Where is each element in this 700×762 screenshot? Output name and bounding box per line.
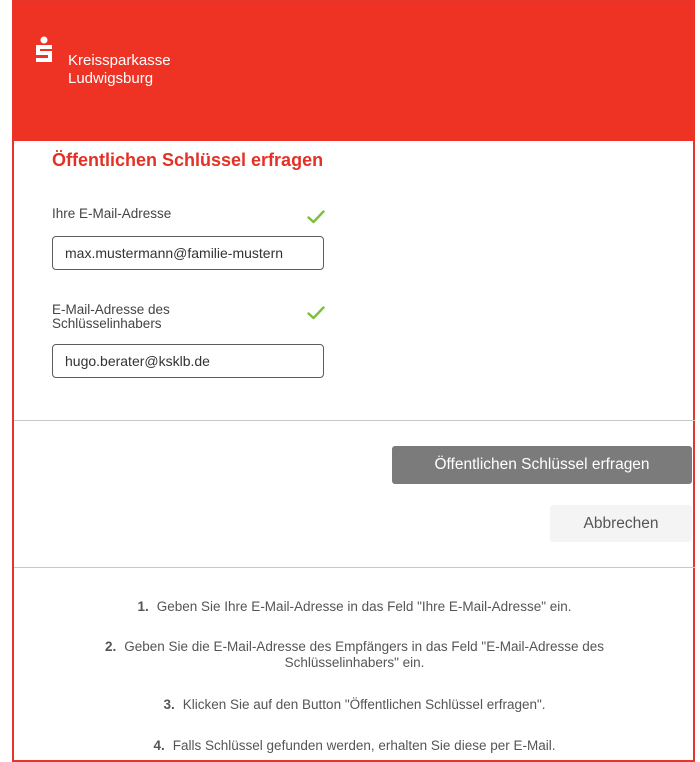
request-key-button[interactable]: Öffentlichen Schlüssel erfragen (392, 446, 692, 484)
sparkasse-logo-icon (36, 36, 52, 62)
brand-name: Kreissparkasse Ludwigsburg (68, 52, 171, 88)
page-title: Öffentlichen Schlüssel erfragen (52, 150, 324, 170)
header-bar: Kreissparkasse Ludwigsburg (14, 2, 695, 141)
cancel-button[interactable]: Abbrechen (550, 505, 692, 542)
divider-bottom (14, 567, 695, 568)
instruction-step: 3. Klicken Sie auf den Button "Öffentlich… (163, 697, 546, 712)
holder-email-label-line-2: Schlüsselinhabers (52, 316, 162, 331)
instruction-step: 2. Geben Sie die E-Mail-Adresse des Empfä… (104, 639, 605, 670)
holder-email-input[interactable]: hugo.berater@ksklb.de (52, 344, 324, 378)
instruction-step: 1. Geben Sie Ihre E-Mail-Adresse in das F… (137, 599, 572, 614)
own-email-check-icon (307, 210, 325, 224)
holder-email-check-icon (307, 306, 325, 320)
brand-line-2: Ludwigsburg (68, 70, 154, 87)
holder-email-label-line-1: E-Mail-Adresse des (52, 302, 170, 317)
instruction-step: 4. Falls Schlüssel gefunden werden, erhal… (153, 738, 556, 753)
own-email-input[interactable]: max.mustermann@familie-mustern (52, 236, 324, 270)
divider-top (14, 420, 695, 421)
holder-email-label: E-Mail-Adresse des Schlüsselinhabers (52, 303, 170, 331)
brand-line-1: Kreissparkasse (68, 52, 171, 69)
own-email-label: Ihre E-Mail-Adresse (52, 206, 172, 221)
